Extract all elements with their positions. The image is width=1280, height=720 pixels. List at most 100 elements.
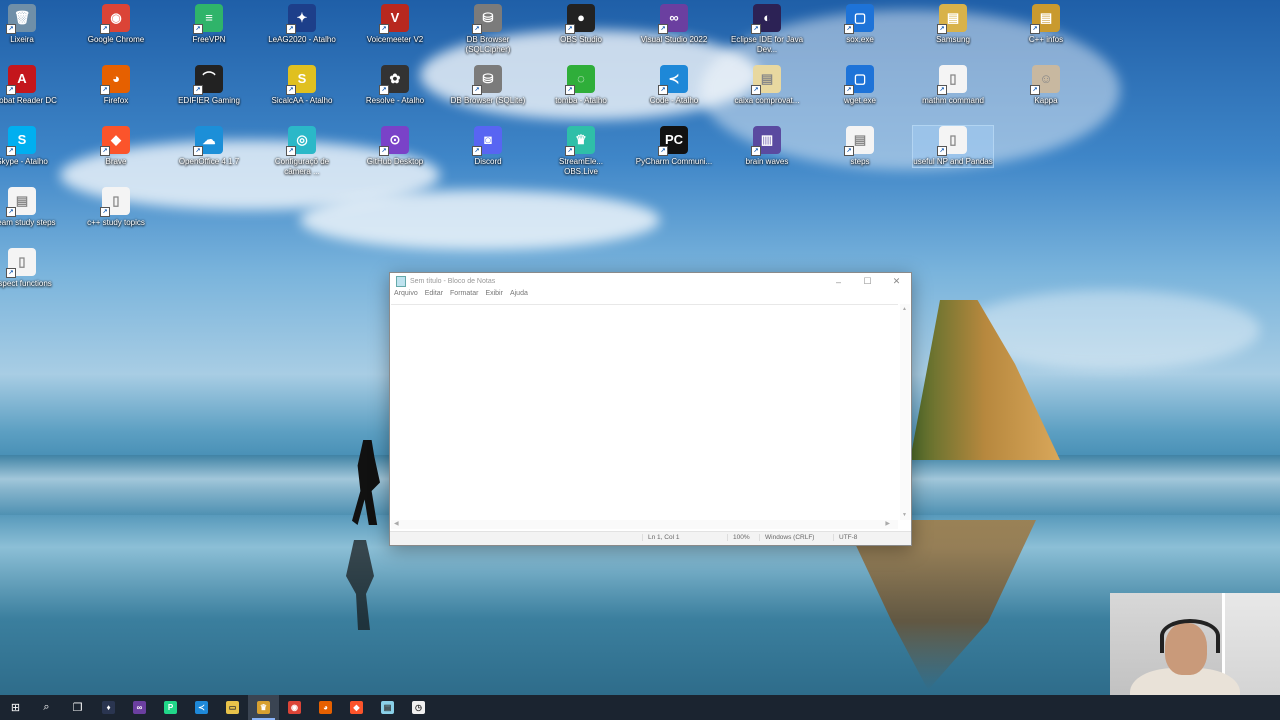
desktop-icon[interactable]: ◐ ↗ Eclipse IDE for Java Dev... xyxy=(727,4,807,55)
pycharm-glyph: P xyxy=(164,701,177,714)
desktop-icon[interactable]: ☺ ↗ Kappa xyxy=(1006,65,1086,106)
shortcut-arrow-icon: ↗ xyxy=(751,146,761,156)
notepad-taskbar-icon[interactable]: ▤ xyxy=(372,695,403,720)
resolve-taskbar-icon[interactable]: ♦ xyxy=(93,695,124,720)
desktop-icon[interactable]: ≺ ↗ Code - Atalho xyxy=(634,65,714,106)
desktop-icon-label: OBS Studio xyxy=(560,35,602,44)
minimize-button[interactable]: – xyxy=(824,273,853,290)
desktop-icon[interactable]: ∞ ↗ Visual Studio 2022 xyxy=(634,4,714,45)
desktop-icon[interactable]: ● ↗ OBS Studio xyxy=(541,4,621,45)
notepad-window[interactable]: Sem título - Bloco de Notas – ☐ ✕ Arquiv… xyxy=(389,272,912,546)
desktop-icon[interactable]: ▤ ↗ caixa comprovat... xyxy=(727,65,807,106)
desktop-icon[interactable]: ▯ ↗ useful NP and Pandas xyxy=(912,125,994,168)
scroll-down-icon[interactable]: ▼ xyxy=(902,512,907,518)
notepad-title-bar[interactable]: Sem título - Bloco de Notas – ☐ ✕ xyxy=(390,273,911,290)
app-icon: ● ↗ xyxy=(565,4,595,34)
menu-exibir[interactable]: Exibir xyxy=(485,290,503,303)
file-explorer-taskbar-icon[interactable]: ▭ xyxy=(217,695,248,720)
desktop-icon[interactable]: ☁ ↗ OpenOffice 4.1.7 xyxy=(169,126,249,167)
scroll-up-icon[interactable]: ▲ xyxy=(902,306,907,312)
desktop-icon[interactable]: ▯↗inspect functions xyxy=(0,248,62,289)
desktop-icon-label: PyCharm Communi... xyxy=(635,157,713,166)
app-icon: ▥ ↗ xyxy=(751,126,781,156)
desktop-icon-label: FreeVPN xyxy=(192,35,226,44)
desktop-icon[interactable]: ▢ ↗ sox.exe xyxy=(820,4,900,45)
desktop-icon[interactable]: S ↗ Skype - Atalho xyxy=(0,126,62,167)
desktop-icon-label: Skype - Atalho xyxy=(0,157,48,166)
chrome-taskbar-icon[interactable]: ◉ xyxy=(279,695,310,720)
close-button[interactable]: ✕ xyxy=(882,273,911,290)
desktop-icon[interactable]: ◆ ↗ Brave xyxy=(76,126,156,167)
app-icon: ✿ ↗ xyxy=(379,65,409,95)
desktop-icon[interactable]: S ↗ SicalcAA - Atalho xyxy=(262,65,342,106)
app-icon: ◙ ↗ xyxy=(472,126,502,156)
scroll-left-icon[interactable]: ◀ xyxy=(394,520,399,527)
desktop-icon-label: Configuraçõ de câmera ... xyxy=(274,157,330,176)
desktop-icon[interactable]: ▤↗stream study steps xyxy=(0,187,62,228)
streamelements-taskbar-icon[interactable]: ♛ xyxy=(248,695,279,720)
clock-app-taskbar-icon[interactable]: ◷ xyxy=(403,695,434,720)
maximize-button[interactable]: ☐ xyxy=(853,273,882,290)
desktop-icon[interactable]: ▤ ↗ Samsung xyxy=(913,4,993,45)
notepad-title: Sem título - Bloco de Notas xyxy=(410,278,496,285)
desktop-icon[interactable]: ≡ ↗ FreeVPN xyxy=(169,4,249,45)
app-icon: ◉ ↗ xyxy=(100,4,130,34)
desktop-icon-label: C++ infos xyxy=(1028,35,1064,44)
desktop-icon[interactable]: 🗑 ↗ Lixeira xyxy=(0,4,62,45)
desktop-icon-label: mathm command xyxy=(922,96,984,105)
menu-arquivo[interactable]: Arquivo xyxy=(394,290,418,303)
desktop-icon[interactable]: ⌒ ↗ EDIFIER Gaming xyxy=(169,65,249,106)
app-icon: ☁ ↗ xyxy=(193,126,223,156)
menu-ajuda[interactable]: Ajuda xyxy=(510,290,528,303)
desktop-icon-label: DB Browser (SQLite) xyxy=(450,96,526,105)
desktop-icon[interactable]: ▤ ↗ C++ infos xyxy=(1006,4,1086,45)
pycharm-taskbar-icon[interactable]: P xyxy=(155,695,186,720)
desktop-icon[interactable]: ▥ ↗ brain waves xyxy=(727,126,807,167)
task-view-icon[interactable]: ❐ xyxy=(62,695,93,720)
desktop-icon[interactable]: ✿ ↗ Resolve - Atalho xyxy=(355,65,435,106)
menu-editar[interactable]: Editar xyxy=(425,290,443,303)
desktop-icon[interactable]: ◎ ↗ Configuraçõ de câmera ... xyxy=(262,126,342,177)
search-icon[interactable]: ⌕ xyxy=(31,695,62,720)
desktop-icon[interactable]: ◙ ↗ Discord xyxy=(448,126,528,167)
desktop-icon[interactable]: PC ↗ PyCharm Communi... xyxy=(634,126,714,167)
app-icon: ▤ ↗ xyxy=(751,65,781,95)
app-icon: A ↗ xyxy=(6,65,36,95)
brave-taskbar-icon[interactable]: ◆ xyxy=(341,695,372,720)
notepad-text-area[interactable] xyxy=(391,304,898,521)
horizontal-scrollbar[interactable]: ◀ ▶ xyxy=(391,520,898,529)
shortcut-arrow-icon: ↗ xyxy=(286,85,296,95)
app-icon: ∞ ↗ xyxy=(658,4,688,34)
desktop-icon[interactable]: ♛ ↗ StreamEle... OBS.Live xyxy=(541,126,621,177)
app-icon: ⊙ ↗ xyxy=(379,126,409,156)
start-button[interactable]: ⊞ xyxy=(0,695,31,720)
firefox-taskbar-icon[interactable]: ◕ xyxy=(310,695,341,720)
desktop-icon[interactable]: ◉ ↗ Google Chrome xyxy=(76,4,156,45)
desktop-icon[interactable]: V ↗ Voicemeeter V2 xyxy=(355,4,435,45)
vscode-taskbar-icon[interactable]: ≺ xyxy=(186,695,217,720)
desktop-icon-label: StreamEle... OBS.Live xyxy=(558,157,603,176)
desktop-icon[interactable]: ▯ ↗ mathm command xyxy=(913,65,993,106)
shortcut-arrow-icon: ↗ xyxy=(844,24,854,34)
app-icon: ▤ ↗ xyxy=(6,187,36,217)
notepad-glyph: ▤ xyxy=(381,701,394,714)
desktop-icon[interactable]: ✦ ↗ LeAG2020 - Atalho xyxy=(262,4,342,45)
desktop-icon[interactable]: ⛁ ↗ DB Browser (SQLite) xyxy=(448,65,528,106)
shortcut-arrow-icon: ↗ xyxy=(379,24,389,34)
desktop-icon[interactable]: ⛁ ↗ DB Browser (SQLCipher) xyxy=(448,4,528,55)
menu-formatar[interactable]: Formatar xyxy=(450,290,478,303)
scroll-right-icon[interactable]: ▶ xyxy=(885,520,890,527)
desktop-icon[interactable]: A↗Acrobat Reader DC xyxy=(0,65,62,106)
visual-studio-taskbar-icon[interactable]: ∞ xyxy=(124,695,155,720)
desktop-icon[interactable]: ⊙ ↗ GitHub Desktop xyxy=(355,126,435,167)
desktop-icon[interactable]: ◕ ↗ Firefox xyxy=(76,65,156,106)
desktop-icon[interactable]: ◌ ↗ tomba - Atalho xyxy=(541,65,621,106)
desktop-icon[interactable]: ▤ ↗ steps xyxy=(820,126,900,167)
desktop-icon[interactable]: ▢ ↗ wget.exe xyxy=(820,65,900,106)
vertical-scrollbar[interactable]: ▲ ▼ xyxy=(900,304,910,520)
taskbar: ⊞ ⌕ ❐ ♦ ∞ P ≺ ▭ ♛ ◉ ◕ ◆ ▤ ◷ xyxy=(0,695,1280,720)
desktop-icon-label: useful NP and Pandas xyxy=(913,157,993,166)
cursor-position: Ln 1, Col 1 xyxy=(642,534,679,541)
app-icon: ☺ ↗ xyxy=(1030,65,1060,95)
desktop-icon[interactable]: ▯ ↗ c++ study topics xyxy=(76,187,156,228)
